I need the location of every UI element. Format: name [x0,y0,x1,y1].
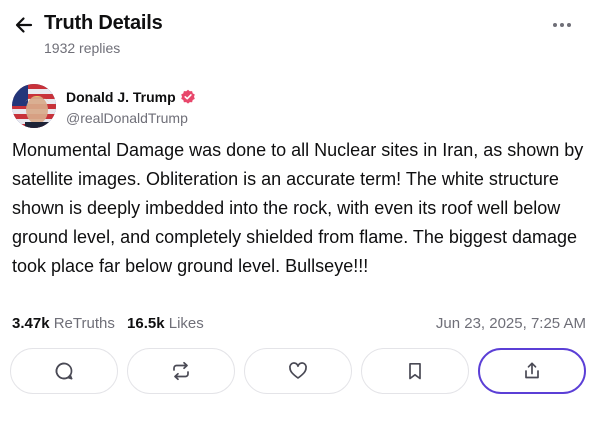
action-bar [10,348,588,396]
page-title: Truth Details [44,12,163,34]
post-timestamp: Jun 23, 2025, 7:25 AM [435,315,586,332]
bookmark-button[interactable] [361,348,469,394]
retruth-button[interactable] [127,348,235,394]
arrow-left-icon [15,17,33,33]
share-button[interactable] [478,348,586,394]
more-options-button[interactable] [548,14,576,36]
heart-icon [289,362,307,379]
retruths-label: ReTruths [53,315,115,332]
reply-count: 1932 replies [44,40,121,56]
verified-badge-icon [180,89,195,104]
back-button[interactable] [12,13,36,37]
reply-icon [55,362,73,380]
avatar-image [12,84,56,128]
bookmark-icon [409,362,421,380]
author-name[interactable]: Donald J. Trump [66,89,196,105]
retruth-icon [173,361,189,381]
header: Truth Details 1932 replies [0,0,598,70]
post-stats: 3.47k ReTruths 16.5k Likes [12,315,212,332]
post-text: Monumental Damage was done to all Nuclea… [12,140,584,276]
avatar[interactable] [12,84,56,128]
like-button[interactable] [244,348,352,394]
share-icon [525,362,539,379]
likes-label: Likes [168,315,204,332]
likes-count: 16.5k [127,315,165,332]
retruths-stat[interactable]: 3.47k ReTruths [12,315,115,332]
author-handle[interactable]: @realDonaldTrump [66,110,188,126]
reply-button[interactable] [10,348,118,394]
post-author[interactable]: Donald J. Trump @realDonaldTrump [12,84,412,128]
author-name-text: Donald J. Trump [66,89,176,105]
retruths-count: 3.47k [12,315,50,332]
likes-stat[interactable]: 16.5k Likes [127,315,204,332]
more-horizontal-icon [553,23,571,27]
